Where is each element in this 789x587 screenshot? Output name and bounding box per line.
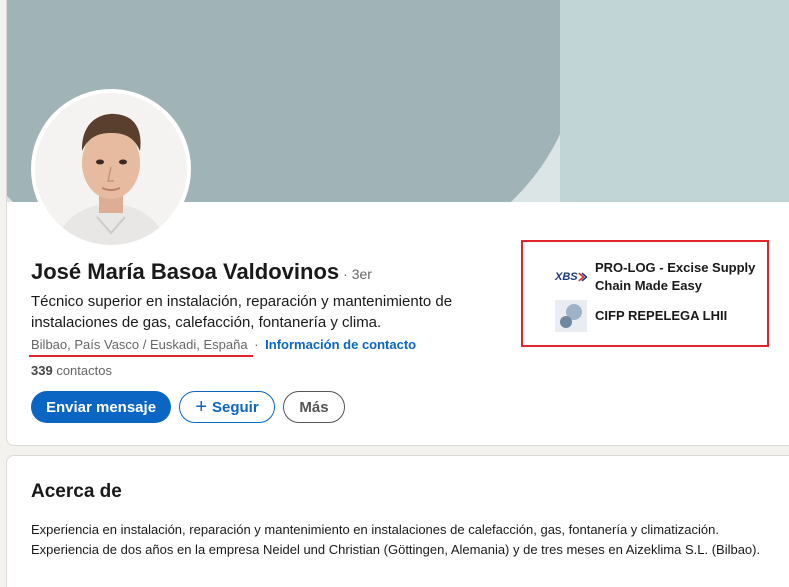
location-row: Bilbao, País Vasco / Euskadi, España · I…: [29, 337, 416, 357]
xbs-logo-text: XBS: [555, 271, 578, 283]
profile-card: José María Basoa Valdovinos · 3er Técnic…: [6, 0, 789, 446]
profile-photo-icon: [35, 93, 187, 245]
connections-label: contactos: [56, 363, 112, 378]
location-separator: ·: [254, 337, 259, 352]
more-button[interactable]: Más: [283, 391, 345, 423]
about-card: Acerca de Experiencia en instalación, re…: [6, 455, 789, 587]
experience-education-highlight-box: XBS PRO-LOG - Excise Supply Chain Made E…: [521, 240, 769, 347]
contact-info-link[interactable]: Información de contacto: [265, 337, 416, 352]
xbs-logo-icon: XBS: [555, 261, 587, 293]
school-logo-icon: [555, 300, 587, 332]
profile-name: José María Basoa Valdovinos: [31, 259, 340, 284]
banner-panel: [560, 0, 789, 202]
company-item-prolog[interactable]: XBS PRO-LOG - Excise Supply Chain Made E…: [555, 259, 765, 295]
location-text: Bilbao, País Vasco / Euskadi, España: [31, 337, 248, 352]
school-name: CIFP REPELEGA LHII: [595, 308, 728, 323]
cifp-logo-graphic: [555, 300, 587, 332]
follow-label: Seguir: [212, 398, 259, 416]
profile-actions: Enviar mensaje + Seguir Más: [31, 391, 345, 423]
xbs-arrow-icon: [577, 272, 587, 282]
about-text: Experiencia en instalación, reparación y…: [31, 522, 761, 557]
plus-icon: +: [195, 396, 207, 418]
avatar[interactable]: [31, 89, 191, 249]
location-red-underline: [29, 355, 254, 357]
company-name: PRO-LOG - Excise Supply Chain Made Easy: [595, 260, 756, 293]
profile-headline: Técnico superior en instalación, reparac…: [31, 293, 453, 331]
follow-button[interactable]: + Seguir: [179, 391, 275, 423]
profile-location: Bilbao, País Vasco / Euskadi, España: [29, 337, 254, 357]
send-message-button[interactable]: Enviar mensaje: [31, 391, 171, 423]
connections-count: 339 contactos: [31, 363, 112, 378]
name-row: José María Basoa Valdovinos · 3er: [31, 259, 372, 285]
connections-number: 339: [31, 363, 53, 378]
about-title: Acerca de: [31, 481, 122, 502]
company-item-cifp-repelega[interactable]: CIFP REPELEGA LHII: [555, 300, 765, 332]
connection-degree: · 3er: [343, 266, 372, 282]
